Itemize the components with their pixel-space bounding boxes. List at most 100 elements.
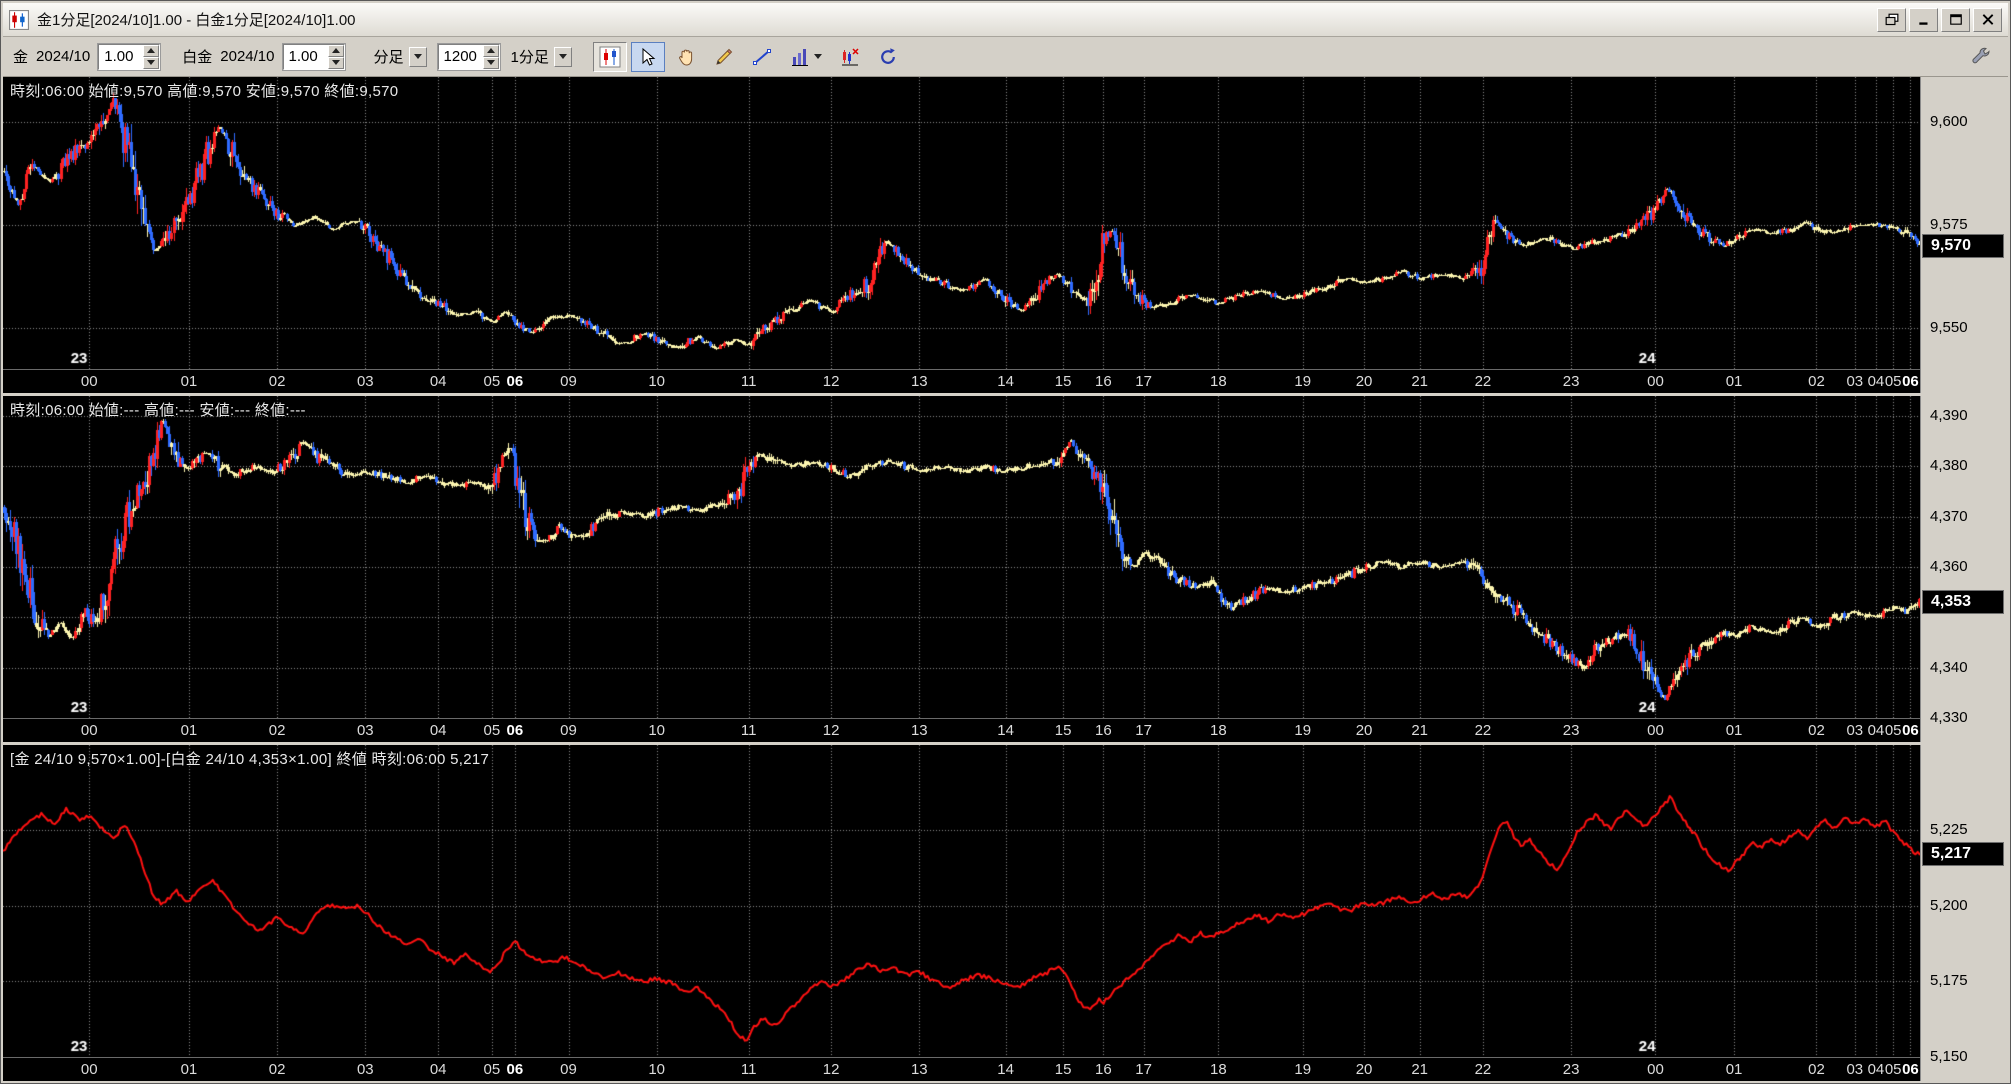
x-axis-hour-label: 22: [1474, 722, 1492, 739]
maximize-button[interactable]: [1941, 7, 1970, 32]
x-axis-hour-label: 13: [910, 373, 928, 390]
x-axis-hour-label: 14: [997, 722, 1014, 739]
x-axis-hour-label: 14: [997, 1061, 1014, 1078]
x-axis-hour-label: 09: [560, 722, 577, 739]
spread-plot-area: [金 24/10 9,570×1.00]-[白金 24/10 4,353×1.0…: [3, 745, 1920, 1057]
spin-up-button[interactable]: [143, 44, 160, 57]
x-axis-hour-label: 02: [1808, 373, 1825, 390]
x-axis-hour-label: 14: [997, 373, 1014, 390]
settings-wrench-button[interactable]: [1964, 42, 1998, 72]
spread-x-axis: 00 01 02 03 04 05 06 09 10 11 12 13 14 15 16 17 18 19 20 21…: [3, 1057, 1920, 1081]
x-axis-hour-label: 20: [1355, 722, 1373, 739]
gold-plot-area: 時刻:06:00 始値:9,570 高値:9,570 安値:9,570 終値:9…: [3, 77, 1920, 369]
gold-ohlc-info: 時刻:06:00 始値:9,570 高値:9,570 安値:9,570 終値:9…: [10, 83, 399, 100]
x-axis-hour-label: 02: [268, 373, 286, 390]
x-axis-hour-label: 00: [80, 722, 98, 739]
platinum-contract-month: 2024/10: [220, 48, 275, 65]
x-axis-hour-label: 23: [1562, 373, 1580, 390]
x-axis-hour-label: 21: [1411, 722, 1428, 739]
x-axis-hour-label: 21: [1411, 373, 1428, 390]
spin-down-button[interactable]: [143, 56, 160, 69]
x-axis-hour-label: 19: [1294, 373, 1312, 390]
select-arrow-icon: [642, 47, 656, 66]
x-axis-hour-label: 06: [1902, 1061, 1919, 1078]
spin-down-button[interactable]: [327, 56, 344, 69]
candle-chart-mode-button[interactable]: [592, 41, 627, 72]
x-axis-hour-label: 16: [1095, 722, 1112, 739]
y-axis-label: 5,225: [1930, 820, 1968, 838]
chart-panel-gold: 時刻:06:00 始値:9,570 高値:9,570 安値:9,570 終値:9…: [3, 77, 2008, 393]
x-axis-hour-label: 15: [1054, 1061, 1072, 1078]
spread-line-chart[interactable]: [3, 745, 1920, 1057]
x-axis-hour-label: 12: [822, 722, 840, 739]
spin-up-button[interactable]: [482, 44, 499, 57]
close-icon: [1982, 14, 1993, 25]
refresh-button[interactable]: [871, 42, 905, 72]
x-axis-hour-label: 10: [648, 722, 666, 739]
toolbar: 金 2024/10 1.00 白金 2024/10 1.00 分足 1200 1…: [3, 37, 2008, 77]
x-axis-hour-label: 05: [483, 722, 501, 739]
x-axis-hour-label: 10: [648, 373, 666, 390]
y-axis-label: 5,200: [1930, 896, 1968, 914]
chart-tool-group: [592, 41, 905, 72]
x-axis-hour-label: 00: [1647, 373, 1664, 390]
x-axis-hour-label: 23: [1562, 722, 1580, 739]
close-button[interactable]: [1973, 7, 2002, 32]
wrench-icon: [1972, 47, 1990, 63]
x-axis-hour-label: 09: [560, 1061, 577, 1078]
platinum-plot-area: 時刻:06:00 始値:--- 高値:--- 安値:--- 終値:---: [3, 396, 1920, 718]
x-axis-hour-label: 04: [1867, 373, 1885, 390]
y-axis-label: 4,390: [1930, 407, 1968, 425]
x-axis-hour-label: 13: [910, 722, 928, 739]
gold-multiplier-spinner[interactable]: 1.00: [97, 42, 162, 71]
platinum-current-price-badge: 4,353: [1922, 590, 2004, 615]
select-cursor-button[interactable]: [630, 41, 665, 72]
x-axis-hour-label: 01: [1725, 722, 1743, 739]
spinner-arrows: [327, 44, 344, 69]
platinum-y-axis: 4,353 4,390 4,380 4,370 4,360 4,340 4,330: [1920, 396, 2008, 742]
platinum-multiplier-spinner[interactable]: 1.00: [281, 42, 346, 71]
hand-icon: [678, 49, 692, 66]
pencil-icon: [716, 48, 733, 65]
x-axis-hour-label: 05: [1884, 722, 1902, 739]
trendline-tool-button[interactable]: [745, 42, 779, 72]
x-axis-hour-label: 04: [429, 722, 447, 739]
spin-down-button[interactable]: [482, 56, 499, 69]
draw-pencil-button[interactable]: [707, 42, 741, 72]
spinner-arrows: [143, 44, 160, 69]
pan-hand-button[interactable]: [669, 42, 703, 72]
x-axis-hour-label: 03: [1846, 722, 1864, 739]
float-window-button[interactable]: [1877, 7, 1906, 32]
x-axis-hour-label: 03: [356, 722, 374, 739]
minimize-button[interactable]: [1909, 7, 1938, 32]
timeframe-dropdown[interactable]: 1分足: [508, 44, 575, 70]
gold-current-price-badge: 9,570: [1922, 233, 2004, 258]
gold-candlestick-chart[interactable]: [3, 77, 1920, 369]
compare-charts-button[interactable]: [833, 42, 867, 72]
x-axis-hour-label: 20: [1355, 1061, 1373, 1078]
bar-count-spinner[interactable]: 1200: [436, 42, 501, 71]
gold-label: 金: [13, 49, 29, 66]
x-axis-hour-label: 05: [483, 373, 501, 390]
x-axis-hour-label: 06: [506, 373, 524, 390]
candle-chart-icon: [599, 46, 621, 67]
x-axis-hour-label: 05: [1884, 1061, 1902, 1078]
spread-y-axis: 5,217 5,225 5,200 5,175 5,150: [1920, 745, 2008, 1081]
y-axis-label: 5,150: [1930, 1048, 1968, 1065]
y-axis-label: 9,575: [1930, 216, 1968, 234]
gold-multiplier-value: 1.00: [104, 47, 134, 65]
title-bar: 金1分足[2024/10]1.00 - 白金1分足[2024/10]1.00: [3, 3, 2008, 37]
x-axis-hour-label: 01: [180, 373, 198, 390]
histogram-icon: [792, 48, 809, 66]
y-axis-label: 4,380: [1930, 457, 1968, 475]
x-axis-hour-label: 15: [1054, 373, 1072, 390]
platinum-candlestick-chart[interactable]: [3, 396, 1920, 718]
spin-up-button[interactable]: [327, 44, 344, 57]
indicator-histogram-button[interactable]: [783, 42, 829, 72]
x-axis-hour-label: 16: [1095, 373, 1112, 390]
x-axis-hour-label: 15: [1054, 722, 1072, 739]
float-window-icon: [1885, 13, 1898, 26]
x-axis-hour-label: 09: [560, 373, 577, 390]
x-axis-hour-label: 00: [1647, 1061, 1664, 1078]
interval-dropdown[interactable]: 分足: [371, 44, 430, 70]
